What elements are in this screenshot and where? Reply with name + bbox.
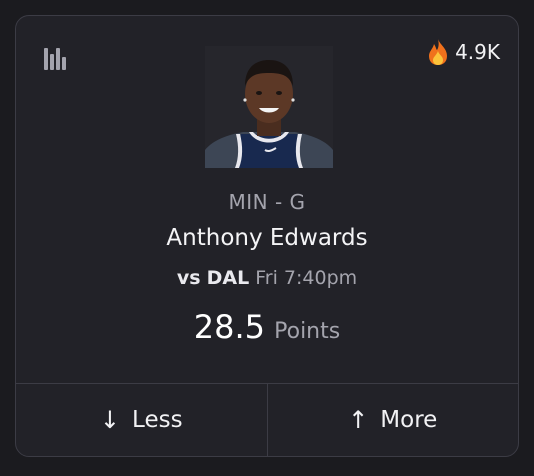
player-name: Anthony Edwards bbox=[166, 225, 368, 251]
projection-stat: Points bbox=[274, 319, 341, 344]
opponent-team: DAL bbox=[206, 267, 250, 289]
matchup-vs-label: vs bbox=[176, 267, 201, 289]
popularity-indicator: 4.9K bbox=[427, 38, 500, 66]
bar-chart-icon[interactable] bbox=[44, 46, 70, 70]
player-headshot bbox=[205, 46, 333, 168]
less-label: Less bbox=[132, 407, 183, 433]
game-time: Fri 7:40pm bbox=[255, 267, 358, 289]
team-position: MIN - G bbox=[228, 190, 306, 214]
projection: 28.5 Points bbox=[16, 308, 518, 346]
arrow-up-icon: ↑ bbox=[348, 406, 369, 434]
game-matchup: vs DAL Fri 7:40pm bbox=[16, 267, 518, 289]
player-prop-card: 4.9K MIN - G Anthony Edwards vs DAL Fri … bbox=[15, 15, 519, 457]
fire-icon bbox=[429, 39, 448, 65]
projection-line: 28.5 bbox=[193, 308, 266, 346]
popularity-count: 4.9K bbox=[455, 40, 500, 64]
arrow-down-icon: ↓ bbox=[99, 406, 121, 434]
more-label: More bbox=[380, 407, 438, 433]
more-button[interactable]: ↑ More bbox=[266, 384, 519, 456]
less-button[interactable]: ↓ Less bbox=[16, 384, 267, 456]
pick-actions: ↓ Less ↑ More bbox=[16, 383, 518, 456]
